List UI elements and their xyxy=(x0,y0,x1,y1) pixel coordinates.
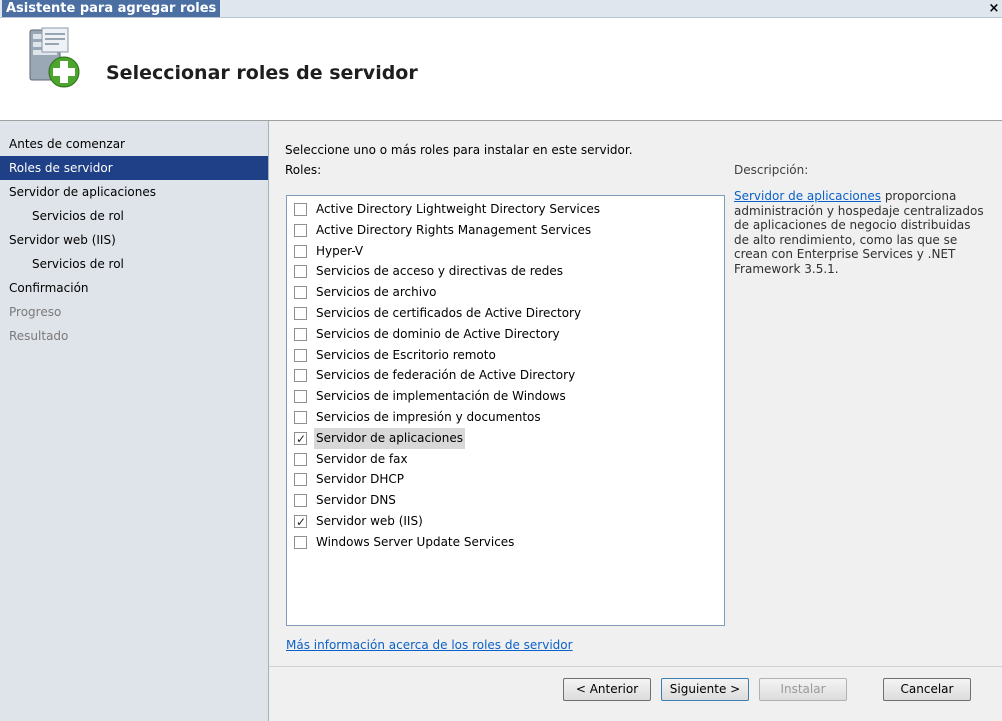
role-checkbox[interactable] xyxy=(294,223,307,237)
main-panel: Seleccione uno o más roles para instalar… xyxy=(269,121,1002,721)
role-label: Active Directory Rights Management Servi… xyxy=(316,222,592,237)
previous-button[interactable]: < Anterior xyxy=(563,678,651,701)
role-checkbox[interactable] xyxy=(294,348,307,362)
role-label: Active Directory Lightweight Directory S… xyxy=(316,202,600,216)
step-roles-de-servidor[interactable]: Roles de servidor xyxy=(0,156,268,180)
role-checkbox[interactable] xyxy=(294,327,307,341)
role-checkbox[interactable] xyxy=(294,369,307,383)
role-label: Servicios de impresión y documentos xyxy=(316,409,541,424)
role-item[interactable]: Servidor DNS xyxy=(287,490,724,511)
role-item[interactable]: Windows Server Update Services xyxy=(287,532,724,553)
step-servicios-de-rol-aplicaciones[interactable]: Servicios de rol xyxy=(0,204,268,228)
role-label: Servidor de aplicaciones xyxy=(314,427,465,449)
more-info-link[interactable]: Más información acerca de los roles de s… xyxy=(286,638,573,652)
role-checkbox[interactable] xyxy=(294,494,307,508)
title-bar: Asistente para agregar roles × xyxy=(0,0,1002,18)
role-item[interactable]: ✓ Servidor de aplicaciones xyxy=(287,427,724,449)
role-checkbox[interactable] xyxy=(294,452,307,466)
role-label: Servidor web (IIS) xyxy=(316,513,423,528)
role-item[interactable]: Servicios de certificados de Active Dire… xyxy=(287,303,724,324)
role-item[interactable]: Servicios de acceso y directivas de rede… xyxy=(287,261,724,282)
step-servidor-web-iis[interactable]: Servidor web (IIS) xyxy=(0,228,268,252)
role-item[interactable]: Servicios de impresión y documentos xyxy=(287,407,724,428)
role-item[interactable]: Servicios de implementación de Windows xyxy=(287,386,724,407)
wizard-header: Seleccionar roles de servidor xyxy=(0,18,1002,121)
button-bar-divider xyxy=(269,666,1002,667)
role-item[interactable]: Servicios de archivo xyxy=(287,282,724,303)
role-label: Servicios de federación de Active Direct… xyxy=(316,368,576,383)
step-resultado: Resultado xyxy=(9,329,69,343)
role-label: Servidor DHCP xyxy=(316,472,404,487)
step-antes-de-comenzar[interactable]: Antes de comenzar xyxy=(0,132,268,156)
close-icon[interactable]: × xyxy=(986,0,1002,17)
role-checkbox[interactable] xyxy=(294,535,307,549)
role-label: Servicios de implementación de Windows xyxy=(316,389,566,404)
role-checkbox[interactable]: ✓ xyxy=(294,514,307,529)
role-item[interactable]: Servidor de fax xyxy=(287,449,724,470)
role-checkbox[interactable] xyxy=(294,306,307,320)
server-add-icon xyxy=(29,27,80,88)
install-button: Instalar xyxy=(759,678,847,701)
description-link[interactable]: Servidor de aplicaciones xyxy=(734,189,881,203)
role-checkbox[interactable]: ✓ xyxy=(294,431,307,446)
role-checkbox[interactable] xyxy=(294,244,307,258)
roles-label: Roles: xyxy=(285,163,322,177)
role-checkbox[interactable] xyxy=(294,203,307,216)
role-item[interactable]: Servicios de Escritorio remoto xyxy=(287,345,724,366)
step-servicios-de-rol-iis[interactable]: Servicios de rol xyxy=(0,252,268,276)
role-label: Servidor DNS xyxy=(316,493,396,508)
description-label: Descripción: xyxy=(734,163,809,177)
checkmark-icon: ✓ xyxy=(296,514,307,529)
role-label: Servicios de Escritorio remoto xyxy=(316,347,496,362)
page-title: Seleccionar roles de servidor xyxy=(106,62,418,84)
role-checkbox[interactable] xyxy=(294,286,307,300)
role-checkbox[interactable] xyxy=(294,473,307,487)
step-progreso: Progreso xyxy=(9,305,62,319)
role-item[interactable]: Servicios de federación de Active Direct… xyxy=(287,365,724,386)
role-item[interactable]: ✓ Servidor web (IIS) xyxy=(287,511,724,532)
role-checkbox[interactable] xyxy=(294,390,307,404)
step-servidor-de-aplicaciones[interactable]: Servidor de aplicaciones xyxy=(0,180,268,204)
role-label: Servicios de acceso y directivas de rede… xyxy=(316,264,564,279)
role-item[interactable]: Servicios de dominio de Active Directory xyxy=(287,324,724,345)
role-label: Servidor de fax xyxy=(316,451,408,466)
instruction-text: Seleccione uno o más roles para instalar… xyxy=(285,143,633,157)
description-text: Servidor de aplicaciones proporciona adm… xyxy=(734,189,984,276)
checkmark-icon: ✓ xyxy=(296,431,307,446)
role-checkbox[interactable] xyxy=(294,410,307,424)
role-label: Windows Server Update Services xyxy=(316,534,515,549)
wizard-steps-sidebar: Antes de comenzar Roles de servidor Serv… xyxy=(0,121,269,721)
role-label: Servicios de certificados de Active Dire… xyxy=(316,305,582,320)
role-checkbox[interactable] xyxy=(294,265,307,279)
cancel-button[interactable]: Cancelar xyxy=(883,678,971,701)
role-item[interactable]: Servidor DHCP xyxy=(287,469,724,490)
role-item[interactable]: Hyper-V xyxy=(287,241,724,262)
window-title: Asistente para agregar roles xyxy=(2,0,221,17)
role-item[interactable]: Active Directory Rights Management Servi… xyxy=(287,220,724,241)
step-confirmacion[interactable]: Confirmación xyxy=(0,276,268,300)
role-label: Hyper-V xyxy=(316,243,364,258)
role-label: Servicios de dominio de Active Directory xyxy=(316,326,560,341)
role-item[interactable]: Active Directory Lightweight Directory S… xyxy=(287,199,724,220)
role-label: Servicios de archivo xyxy=(316,285,437,300)
next-button[interactable]: Siguiente > xyxy=(661,678,749,701)
roles-listbox[interactable]: Active Directory Lightweight Directory S… xyxy=(286,195,725,626)
